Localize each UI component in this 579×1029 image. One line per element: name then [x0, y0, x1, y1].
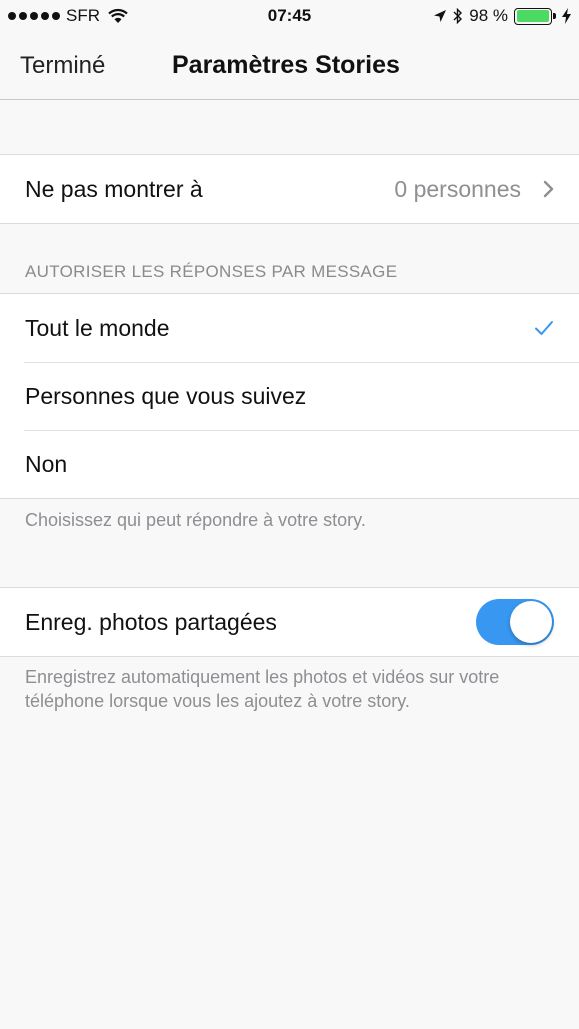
page-title: Paramètres Stories	[172, 51, 400, 79]
hide-from-value-wrap: 0 personnes	[394, 176, 554, 203]
hide-from-group: Ne pas montrer à 0 personnes	[0, 154, 579, 224]
location-arrow-icon	[434, 10, 447, 22]
save-photos-footer: Enregistrez automatiquement les photos e…	[25, 667, 500, 711]
navigation-bar: Terminé Paramètres Stories	[0, 34, 579, 100]
reply-option-everyone[interactable]: Tout le monde	[0, 294, 579, 362]
replies-section-header: AUTORISER LES RÉPONSES PAR MESSAGE	[25, 262, 398, 281]
reply-option-label: Non	[25, 450, 68, 477]
save-photos-toggle[interactable]	[476, 599, 554, 645]
save-photos-group: Enreg. photos partagées	[0, 587, 579, 657]
status-right: 98 %	[433, 6, 571, 26]
save-photos-label: Enreg. photos partagées	[25, 608, 277, 635]
hide-from-value: 0 personnes	[394, 175, 521, 202]
reply-option-label: Tout le monde	[25, 314, 170, 341]
battery-percent: 98 %	[469, 6, 508, 25]
reply-option-off[interactable]: Non	[0, 430, 579, 498]
battery-fill	[516, 10, 549, 22]
save-photos-row: Enreg. photos partagées	[0, 588, 579, 656]
charging-bolt-icon	[562, 8, 571, 24]
hide-from-row[interactable]: Ne pas montrer à 0 personnes	[0, 155, 579, 223]
checkmark-icon	[535, 321, 553, 335]
reply-option-following[interactable]: Personnes que vous suivez	[0, 362, 579, 430]
status-bar: SFR 07:45 98 %	[0, 0, 579, 34]
replies-options-group: Tout le monde Personnes que vous suivez …	[0, 293, 579, 499]
replies-section-footer: Choisissez qui peut répondre à votre sto…	[25, 510, 366, 530]
chevron-right-icon	[543, 180, 554, 198]
hide-from-label: Ne pas montrer à	[25, 175, 203, 202]
reply-option-label: Personnes que vous suivez	[25, 382, 307, 409]
toggle-knob	[510, 601, 552, 643]
done-button[interactable]: Terminé	[20, 52, 105, 80]
battery-icon	[514, 7, 556, 25]
bluetooth-icon	[453, 7, 463, 25]
